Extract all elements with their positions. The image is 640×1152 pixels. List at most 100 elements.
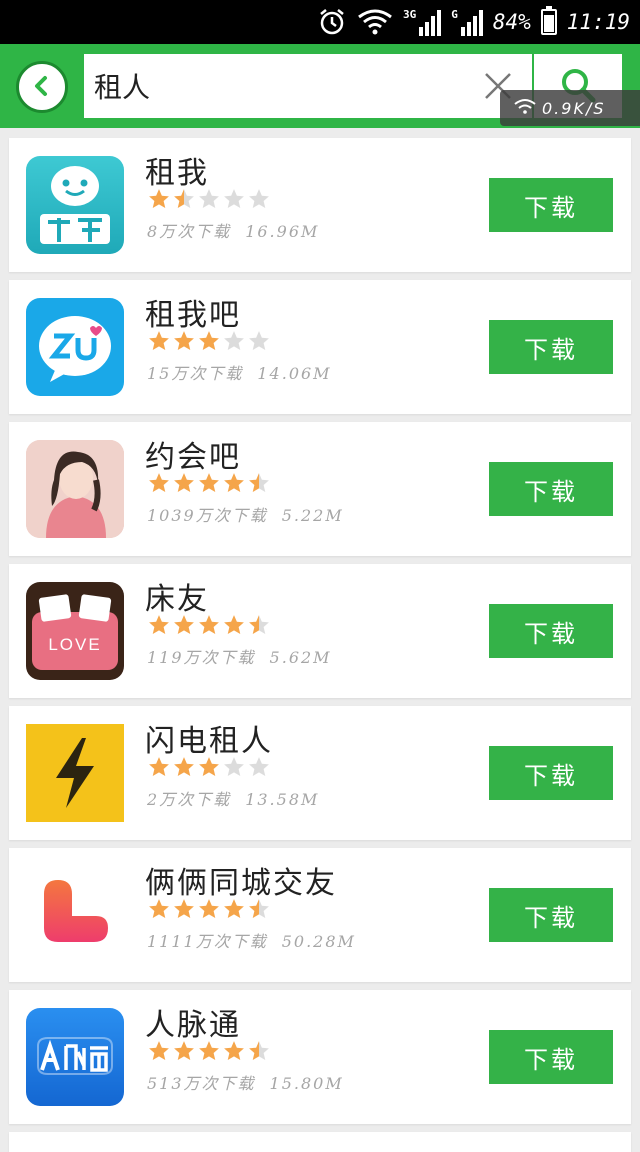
lightning-app-icon[interactable]	[26, 724, 124, 822]
star-icon	[224, 899, 244, 919]
star-icon	[149, 899, 169, 919]
app-size: 5.62M	[269, 648, 332, 667]
app-name: 床友	[145, 582, 209, 617]
star-icon	[249, 757, 269, 777]
search-header: 0.9K/S	[0, 44, 640, 128]
download-count: 2万次下载	[147, 790, 232, 809]
app-item[interactable]: 俩俩同城交友 1111万次下载 50.28M 下载	[9, 848, 631, 982]
app-meta: 1111万次下载 50.28M	[147, 928, 356, 952]
star-icon	[149, 615, 169, 635]
app-size: 13.58M	[245, 790, 320, 809]
rating-stars	[147, 898, 271, 920]
star-icon	[199, 189, 219, 209]
star-icon	[149, 473, 169, 493]
download-button[interactable]: 下载	[489, 320, 613, 374]
search-box	[84, 54, 532, 118]
download-count: 15万次下载	[147, 364, 244, 383]
download-button[interactable]: 下载	[489, 178, 613, 232]
download-button[interactable]: 下载	[489, 1030, 613, 1084]
wifi-icon	[514, 98, 536, 118]
battery-icon	[540, 6, 557, 35]
star-icon	[149, 331, 169, 351]
download-count: 1039万次下载	[147, 506, 268, 525]
back-button[interactable]	[16, 61, 68, 113]
star-icon	[174, 615, 194, 635]
app-item[interactable]: LOVE 床友 119万次下载 5.62M 下载	[9, 564, 631, 698]
star-icon	[149, 1041, 169, 1061]
star-icon	[224, 615, 244, 635]
app-name: 约会吧	[145, 440, 241, 475]
signal-g-icon: G	[451, 8, 483, 36]
star-icon	[224, 473, 244, 493]
star-icon	[174, 189, 194, 209]
rating-stars	[147, 330, 271, 352]
star-icon	[199, 899, 219, 919]
download-button[interactable]: 下载	[489, 604, 613, 658]
star-icon	[249, 899, 269, 919]
download-count: 1111万次下载	[147, 932, 268, 951]
yuehuiba-app-icon[interactable]	[26, 440, 124, 538]
renmaitong-app-icon[interactable]	[26, 1008, 124, 1106]
app-item[interactable]: 租我 8万次下载 16.96M 下载	[9, 138, 631, 272]
star-icon	[249, 615, 269, 635]
star-icon	[224, 189, 244, 209]
app-item[interactable]	[9, 1132, 631, 1152]
app-name: 租我	[145, 156, 209, 191]
chuangyou-app-icon[interactable]: LOVE	[26, 582, 124, 680]
star-icon	[199, 1041, 219, 1061]
app-item[interactable]: 闪电租人 2万次下载 13.58M 下载	[9, 706, 631, 840]
app-name: 人脉通	[145, 1008, 241, 1043]
search-input[interactable]	[94, 54, 474, 118]
alarm-icon	[317, 7, 347, 37]
app-meta: 119万次下载 5.62M	[147, 644, 332, 668]
status-bar: 3G G 84% 11:19	[0, 0, 640, 44]
network-speed: 0.9K/S	[542, 98, 606, 118]
app-size: 50.28M	[281, 932, 356, 951]
star-icon	[249, 189, 269, 209]
rating-stars	[147, 756, 271, 778]
rating-stars	[147, 472, 271, 494]
star-icon	[199, 473, 219, 493]
app-item[interactable]: 人脉通 513万次下载 15.80M 下载	[9, 990, 631, 1124]
star-icon	[174, 331, 194, 351]
app-meta: 8万次下载 16.96M	[147, 218, 319, 242]
star-icon	[199, 331, 219, 351]
app-meta: 1039万次下载 5.22M	[147, 502, 344, 526]
app-size: 15.80M	[269, 1074, 344, 1093]
star-icon	[174, 899, 194, 919]
download-count: 513万次下载	[147, 1074, 256, 1093]
liangliang-app-icon[interactable]	[26, 866, 124, 964]
wifi-icon	[357, 8, 393, 36]
star-icon	[224, 1041, 244, 1061]
app-meta: 2万次下载 13.58M	[147, 786, 319, 810]
svg-text:LOVE: LOVE	[48, 635, 101, 654]
download-button[interactable]: 下载	[489, 888, 613, 942]
star-icon	[224, 757, 244, 777]
clock: 11:19	[566, 10, 630, 34]
zuwo-app-icon[interactable]	[26, 156, 124, 254]
app-size: 14.06M	[257, 364, 332, 383]
app-name: 租我吧	[145, 298, 241, 333]
download-count: 8万次下载	[147, 222, 232, 241]
download-count: 119万次下载	[147, 648, 256, 667]
star-icon	[149, 189, 169, 209]
star-icon	[174, 757, 194, 777]
download-button[interactable]: 下载	[489, 746, 613, 800]
star-icon	[174, 1041, 194, 1061]
star-icon	[224, 331, 244, 351]
star-icon	[174, 473, 194, 493]
star-icon	[249, 331, 269, 351]
signal-3g-icon: 3G	[402, 8, 442, 36]
app-item[interactable]: 租我吧 15万次下载 14.06M 下载	[9, 280, 631, 414]
network-3g-label: 3G	[402, 8, 417, 21]
app-meta: 15万次下载 14.06M	[147, 360, 332, 384]
app-size: 16.96M	[245, 222, 320, 241]
app-meta: 513万次下载 15.80M	[147, 1070, 344, 1094]
download-button[interactable]: 下载	[489, 462, 613, 516]
app-size: 5.22M	[281, 506, 344, 525]
rating-stars	[147, 1040, 271, 1062]
app-item[interactable]: 约会吧 1039万次下载 5.22M 下载	[9, 422, 631, 556]
app-name: 闪电租人	[145, 724, 273, 759]
zuwoba-app-icon[interactable]	[26, 298, 124, 396]
battery-percent: 84%	[492, 10, 531, 34]
